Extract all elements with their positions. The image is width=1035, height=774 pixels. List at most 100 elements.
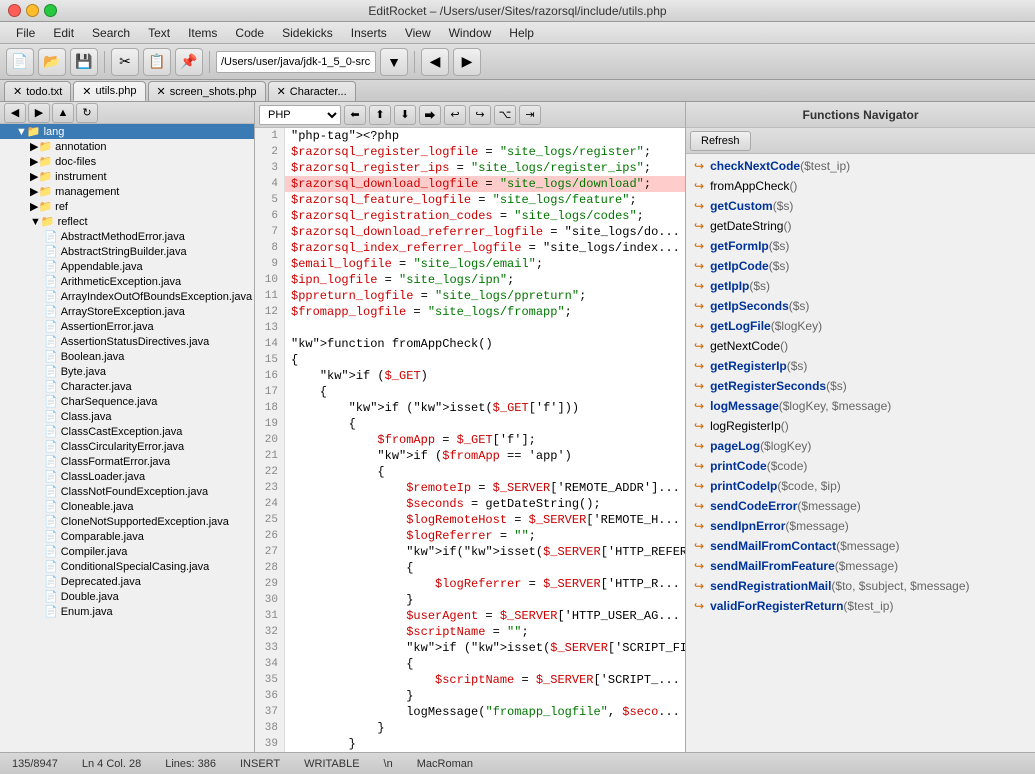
code-line-29[interactable]: 29 $logReferrer = $_SERVER['HTTP_R... [255, 576, 685, 592]
code-line-31[interactable]: 31 $userAgent = $_SERVER['HTTP_USER_AG..… [255, 608, 685, 624]
code-line-6[interactable]: 6$razorsql_registration_codes = "site_lo… [255, 208, 685, 224]
function-item-4[interactable]: ↪getFormIp($s) [688, 236, 1033, 256]
code-line-1[interactable]: 1"php-tag"><?php [255, 128, 685, 144]
code-line-14[interactable]: 14"kw">function fromAppCheck() [255, 336, 685, 352]
tree-item-instrument[interactable]: ▶📁 instrument [0, 169, 254, 184]
path-input[interactable] [216, 51, 376, 73]
tree-file-2[interactable]: 📄 Appendable.java [0, 259, 254, 274]
tree-file-11[interactable]: 📄 CharSequence.java [0, 394, 254, 409]
file-tree[interactable]: ◀ ▶ ▲ ↻ ▼📁 lang ▶📁 annotation ▶📁 doc-fil… [0, 102, 255, 752]
tree-file-15[interactable]: 📄 ClassFormatError.java [0, 454, 254, 469]
code-line-26[interactable]: 26 $logReferrer = ""; [255, 528, 685, 544]
tree-item-ref[interactable]: ▶📁 ref [0, 199, 254, 214]
menu-text[interactable]: Text [140, 24, 178, 42]
code-line-38[interactable]: 38 } [255, 720, 685, 736]
tree-file-10[interactable]: 📄 Character.java [0, 379, 254, 394]
tree-file-23[interactable]: 📄 Deprecated.java [0, 574, 254, 589]
function-item-19[interactable]: ↪sendMailFromContact($message) [688, 536, 1033, 556]
code-line-2[interactable]: 2$razorsql_register_logfile = "site_logs… [255, 144, 685, 160]
tree-file-12[interactable]: 📄 Class.java [0, 409, 254, 424]
code-line-13[interactable]: 13 [255, 320, 685, 336]
tree-file-1[interactable]: 📄 AbstractStringBuilder.java [0, 244, 254, 259]
code-line-37[interactable]: 37 logMessage("fromapp_logfile", $seco..… [255, 704, 685, 720]
tab-character[interactable]: ✕ Character... [268, 81, 356, 101]
refresh-button[interactable]: Refresh [690, 131, 751, 151]
menu-inserts[interactable]: Inserts [343, 24, 395, 42]
code-line-5[interactable]: 5$razorsql_feature_logfile = "site_logs/… [255, 192, 685, 208]
editor-indent-btn[interactable]: ⇥ [519, 105, 541, 125]
function-item-2[interactable]: ↪getCustom($s) [688, 196, 1033, 216]
function-item-17[interactable]: ↪sendCodeError($message) [688, 496, 1033, 516]
forward-button[interactable]: ▶ [453, 48, 481, 76]
new-button[interactable]: 📄 [6, 48, 34, 76]
copy-button[interactable]: 📋 [143, 48, 171, 76]
tab-screenshots[interactable]: ✕ screen_shots.php [148, 81, 266, 101]
language-selector[interactable]: PHP HTML JavaScript CSS [259, 105, 341, 125]
code-line-28[interactable]: 28 { [255, 560, 685, 576]
tree-up-button[interactable]: ▲ [52, 103, 74, 123]
code-line-33[interactable]: 33 "kw">if ("kw">isset($_SERVER['SCRIPT_… [255, 640, 685, 656]
editor-nav-btn-4[interactable]: ⮕ [419, 105, 441, 125]
menu-items[interactable]: Items [180, 24, 225, 42]
editor-nav-btn-2[interactable]: ⬆ [369, 105, 391, 125]
browse-button[interactable]: ▼ [380, 48, 408, 76]
paste-button[interactable]: 📌 [175, 48, 203, 76]
tree-file-19[interactable]: 📄 CloneNotSupportedException.java [0, 514, 254, 529]
code-line-11[interactable]: 11$ppreturn_logfile = "site_logs/ppretur… [255, 288, 685, 304]
tab-utils[interactable]: ✕ utils.php [73, 81, 145, 101]
menu-file[interactable]: File [8, 24, 43, 42]
tree-file-9[interactable]: 📄 Byte.java [0, 364, 254, 379]
open-button[interactable]: 📂 [38, 48, 66, 76]
function-item-22[interactable]: ↪validForRegisterReturn($test_ip) [688, 596, 1033, 616]
cut-button[interactable]: ✂ [111, 48, 139, 76]
tree-file-25[interactable]: 📄 Enum.java [0, 604, 254, 619]
tree-refresh-button[interactable]: ↻ [76, 103, 98, 123]
tree-forward-button[interactable]: ▶ [28, 103, 50, 123]
back-button[interactable]: ◀ [421, 48, 449, 76]
code-line-35[interactable]: 35 $scriptName = $_SERVER['SCRIPT_... [255, 672, 685, 688]
code-line-21[interactable]: 21 "kw">if ($fromApp == 'app') [255, 448, 685, 464]
function-item-15[interactable]: ↪printCode($code) [688, 456, 1033, 476]
code-line-3[interactable]: 3$razorsql_register_ips = "site_logs/reg… [255, 160, 685, 176]
editor-nav-btn-5[interactable]: ↩ [444, 105, 466, 125]
tree-file-0[interactable]: 📄 AbstractMethodError.java [0, 229, 254, 244]
function-item-21[interactable]: ↪sendRegistrationMail($to, $subject, $me… [688, 576, 1033, 596]
code-line-19[interactable]: 19 { [255, 416, 685, 432]
code-line-7[interactable]: 7$razorsql_download_referrer_logfile = "… [255, 224, 685, 240]
tree-file-5[interactable]: 📄 ArrayStoreException.java [0, 304, 254, 319]
menu-search[interactable]: Search [84, 24, 138, 42]
tree-file-7[interactable]: 📄 AssertionStatusDirectives.java [0, 334, 254, 349]
editor-nav-btn-6[interactable]: ↪ [469, 105, 491, 125]
code-line-9[interactable]: 9$email_logfile = "site_logs/email"; [255, 256, 685, 272]
function-item-16[interactable]: ↪printCodeIp($code, $ip) [688, 476, 1033, 496]
menu-edit[interactable]: Edit [45, 24, 82, 42]
code-editor[interactable]: 1"php-tag"><?php2$razorsql_register_logf… [255, 128, 685, 752]
menu-window[interactable]: Window [441, 24, 500, 42]
tab-todo[interactable]: ✕ todo.txt [4, 81, 71, 101]
function-item-13[interactable]: ↪logRegisterIp() [688, 416, 1033, 436]
tree-file-22[interactable]: 📄 ConditionalSpecialCasing.java [0, 559, 254, 574]
function-item-14[interactable]: ↪pageLog($logKey) [688, 436, 1033, 456]
code-line-24[interactable]: 24 $seconds = getDateString(); [255, 496, 685, 512]
code-line-27[interactable]: 27 "kw">if("kw">isset($_SERVER['HTTP_REF… [255, 544, 685, 560]
function-item-6[interactable]: ↪getIpIp($s) [688, 276, 1033, 296]
function-item-20[interactable]: ↪sendMailFromFeature($message) [688, 556, 1033, 576]
maximize-button[interactable] [44, 4, 57, 17]
menu-code[interactable]: Code [227, 24, 272, 42]
tree-file-20[interactable]: 📄 Comparable.java [0, 529, 254, 544]
code-line-15[interactable]: 15{ [255, 352, 685, 368]
code-line-4[interactable]: 4$razorsql_download_logfile = "site_logs… [255, 176, 685, 192]
function-item-9[interactable]: ↪getNextCode() [688, 336, 1033, 356]
tree-file-4[interactable]: 📄 ArrayIndexOutOfBoundsException.java [0, 289, 254, 304]
function-item-8[interactable]: ↪getLogFile($logKey) [688, 316, 1033, 336]
tree-item-lang[interactable]: ▼📁 lang [0, 124, 254, 139]
function-item-5[interactable]: ↪getIpCode($s) [688, 256, 1033, 276]
function-item-7[interactable]: ↪getIpSeconds($s) [688, 296, 1033, 316]
menu-help[interactable]: Help [501, 24, 542, 42]
tree-file-3[interactable]: 📄 ArithmeticException.java [0, 274, 254, 289]
code-line-30[interactable]: 30 } [255, 592, 685, 608]
code-line-23[interactable]: 23 $remoteIp = $_SERVER['REMOTE_ADDR']..… [255, 480, 685, 496]
tree-file-17[interactable]: 📄 ClassNotFoundException.java [0, 484, 254, 499]
code-line-36[interactable]: 36 } [255, 688, 685, 704]
function-item-12[interactable]: ↪logMessage($logKey, $message) [688, 396, 1033, 416]
